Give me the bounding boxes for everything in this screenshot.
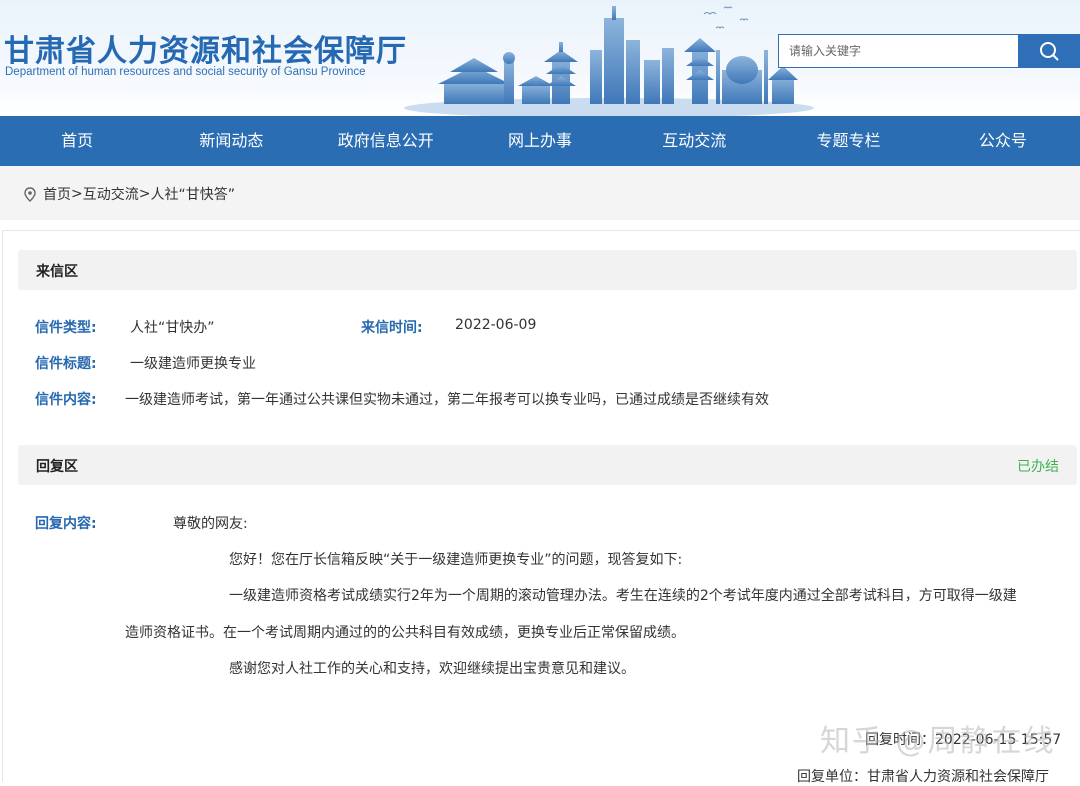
nav-item-news[interactable]: 新闻动态 bbox=[154, 116, 308, 166]
reply-time: 回复时间：2022-06-15 15:57 bbox=[865, 732, 1062, 748]
letter-time-value: 2022-06-09 bbox=[455, 317, 537, 333]
breadcrumb-separator: > bbox=[138, 186, 151, 202]
letter-title-value: 一级建造师更换专业 bbox=[130, 356, 256, 372]
site-title[interactable]: 甘肃省人力资源和社会保障厅 bbox=[4, 26, 407, 70]
letter-content-label: 信件内容: bbox=[35, 392, 97, 408]
reply-section-title: 回复区 bbox=[36, 459, 78, 475]
nav-item-home[interactable]: 首页 bbox=[0, 116, 154, 166]
letter-content-value: 一级建造师考试，第一年通过公共课但实物未通过，第二年报考可以换专业吗，已通过成绩… bbox=[125, 392, 769, 408]
letter-title-label: 信件标题: bbox=[35, 356, 97, 372]
nav-item-interaction[interactable]: 互动交流 bbox=[617, 116, 771, 166]
letter-type-label: 信件类型: bbox=[35, 320, 97, 336]
location-pin-icon bbox=[24, 186, 36, 202]
nav-item-special-topics[interactable]: 专题专栏 bbox=[771, 116, 925, 166]
breadcrumb-home[interactable]: 首页 bbox=[43, 184, 71, 204]
main-nav: 首页 新闻动态 政府信息公开 网上办事 互动交流 专题专栏 公众号 bbox=[0, 116, 1080, 166]
nav-item-online-service[interactable]: 网上办事 bbox=[463, 116, 617, 166]
letter-section-title: 来信区 bbox=[36, 264, 78, 280]
content-panel: 来信区 信件类型: 人社“甘快办” 来信时间: 2022-06-09 信件标题:… bbox=[2, 230, 1080, 785]
site-header: 甘肃省人力资源和社会保障厅 Department of human resour… bbox=[0, 0, 1080, 116]
reply-greeting: 尊敬的网友: bbox=[173, 516, 248, 532]
search-input[interactable] bbox=[778, 34, 1020, 68]
status-badge: 已办结 bbox=[1017, 459, 1059, 475]
reply-unit: 回复单位：甘肃省人力资源和社会保障厅 bbox=[797, 769, 1049, 785]
nav-item-official-account[interactable]: 公众号 bbox=[926, 116, 1080, 166]
search-button[interactable] bbox=[1018, 34, 1080, 68]
reply-paragraph-3: 感谢您对人社工作的关心和支持，欢迎继续提出宝贵意见和建议。 bbox=[229, 661, 635, 677]
reply-paragraph-1: 您好！您在厅长信箱反映“关于一级建造师更换专业”的问题，现答复如下: bbox=[229, 552, 683, 568]
reply-paragraph-2: 一级建造师资格考试成绩实行2年为一个周期的滚动管理办法。考生在连续的2个考试年度… bbox=[229, 588, 1017, 604]
breadcrumb-bar: 首页 > 互动交流 > 人社“甘快答” bbox=[0, 166, 1080, 220]
reply-content-label: 回复内容: bbox=[35, 516, 97, 532]
city-skyline-banner-image bbox=[404, 6, 814, 116]
breadcrumb-current[interactable]: 人社“甘快答” bbox=[150, 184, 235, 204]
breadcrumb-interaction[interactable]: 互动交流 bbox=[83, 184, 139, 204]
letter-time-label: 来信时间: bbox=[361, 320, 423, 336]
site-subtitle: Department of human resources and social… bbox=[5, 66, 366, 78]
breadcrumb: 首页 > 互动交流 > 人社“甘快答” bbox=[24, 184, 235, 204]
nav-item-gov-info[interactable]: 政府信息公开 bbox=[309, 116, 463, 166]
letter-type-value: 人社“甘快办” bbox=[130, 320, 215, 336]
breadcrumb-separator: > bbox=[71, 186, 83, 202]
reply-section-header: 回复区 已办结 bbox=[18, 445, 1077, 485]
reply-paragraph-2-cont: 造师资格证书。在一个考试周期内通过的的公共科目有效成绩，更换专业后正常保留成绩。 bbox=[125, 625, 685, 641]
search-icon bbox=[1040, 42, 1059, 61]
letter-section-header: 来信区 bbox=[18, 250, 1077, 290]
